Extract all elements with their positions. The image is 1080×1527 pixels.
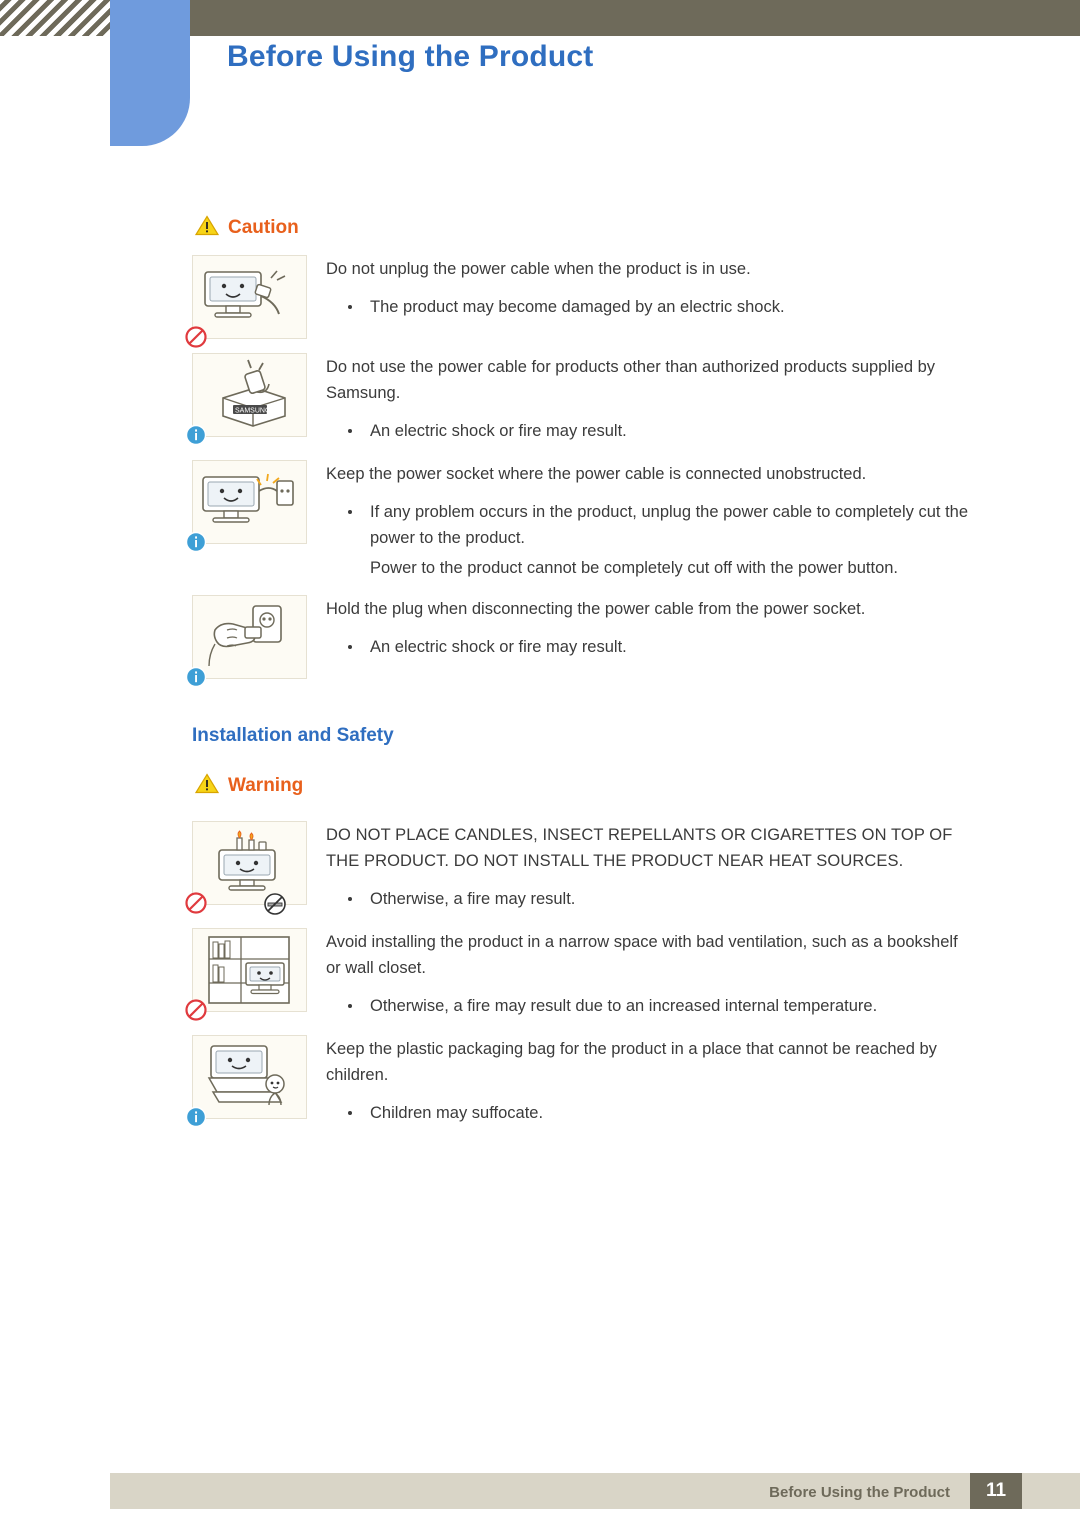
safety-entry: SAMSUNG Do not use the power cable for p… [185, 353, 1080, 446]
power-plug-box-icon: SAMSUNG [185, 353, 307, 446]
page-title: Before Using the Product [227, 40, 594, 73]
entry-bullets: The product may become damaged by an ele… [326, 294, 968, 320]
entry-bullets: Children may suffocate. [326, 1100, 968, 1126]
bullet-item: If any problem occurs in the product, un… [326, 499, 968, 551]
entry-lead: Hold the plug when disconnecting the pow… [326, 600, 866, 618]
entry-lead: Avoid installing the product in a narrow… [326, 933, 958, 977]
bullet-item: An electric shock or fire may result. [326, 634, 968, 660]
prohibition-icon [185, 892, 207, 914]
entry-text: Keep the power socket where the power ca… [326, 460, 968, 581]
warning-label: Warning [228, 775, 304, 796]
entry-bullets: Otherwise, a fire may result due to an i… [326, 993, 968, 1019]
document-content: Caution Do not unplug the power cable wh… [0, 215, 1080, 1128]
entry-text: Keep the plastic packaging bag for the p… [326, 1035, 968, 1128]
safety-entry: Keep the plastic packaging bag for the p… [185, 1035, 1080, 1128]
footer-label: Before Using the Product [769, 1484, 950, 1501]
safety-entry: DO NOT PLACE CANDLES, INSECT REPELLANTS … [185, 821, 1080, 915]
monitor-unplug-cable-icon [185, 255, 307, 348]
candles-on-monitor-icon [185, 821, 307, 915]
section-subheading: Installation and Safety [192, 725, 394, 746]
bullet-item: The product may become damaged by an ele… [326, 294, 968, 320]
entry-lead: Keep the plastic packaging bag for the p… [326, 1040, 937, 1084]
safety-entry: Hold the plug when disconnecting the pow… [185, 595, 1080, 688]
entry-bullets: If any problem occurs in the product, un… [326, 499, 968, 551]
entry-text: Do not unplug the power cable when the p… [326, 255, 968, 322]
entry-lead: Do not use the power cable for products … [326, 358, 936, 402]
entry-bullets: Otherwise, a fire may result. [326, 886, 968, 912]
safety-entry: Do not unplug the power cable when the p… [185, 255, 1080, 348]
entry-text: Hold the plug when disconnecting the pow… [326, 595, 968, 662]
bullet-item: An electric shock or fire may result. [326, 418, 968, 444]
header-hatch-decoration [0, 0, 110, 36]
safety-entry: Keep the power socket where the power ca… [185, 460, 1080, 581]
entry-lead: DO NOT PLACE CANDLES, INSECT REPELLANTS … [326, 826, 953, 870]
warning-triangle-icon [194, 215, 220, 241]
hand-holding-plug-icon [185, 595, 307, 688]
info-icon [185, 424, 207, 446]
page-number: 11 [970, 1473, 1022, 1509]
header-blue-tab-decoration [110, 0, 190, 146]
bullet-item: Children may suffocate. [326, 1100, 968, 1126]
info-icon [185, 1106, 207, 1128]
entry-bullets: An electric shock or fire may result. [326, 418, 968, 444]
no-smoking-icon [263, 892, 286, 915]
prohibition-icon [185, 326, 207, 348]
monitor-in-bookshelf-icon [185, 928, 307, 1021]
caution-label: Caution [228, 217, 299, 238]
caution-flag: Caution [194, 215, 1080, 241]
child-with-packaging-bag-icon [185, 1035, 307, 1128]
entry-extra-line: Power to the product cannot be completel… [370, 559, 899, 577]
warning-triangle-icon [194, 773, 220, 799]
entry-text: Avoid installing the product in a narrow… [326, 928, 968, 1021]
svg-text:SAMSUNG: SAMSUNG [235, 408, 270, 415]
bullet-item: Otherwise, a fire may result. [326, 886, 968, 912]
warning-flag: Warning [194, 773, 1080, 799]
entry-lead: Do not unplug the power cable when the p… [326, 260, 751, 278]
entry-lead: Keep the power socket where the power ca… [326, 465, 867, 483]
entry-text: Do not use the power cable for products … [326, 353, 968, 446]
monitor-socket-access-icon [185, 460, 307, 553]
safety-entry: Avoid installing the product in a narrow… [185, 928, 1080, 1021]
info-icon [185, 666, 207, 688]
prohibition-icon [185, 999, 207, 1021]
entry-bullets: An electric shock or fire may result. [326, 634, 968, 660]
entry-text: DO NOT PLACE CANDLES, INSECT REPELLANTS … [326, 821, 968, 914]
bullet-item: Otherwise, a fire may result due to an i… [326, 993, 968, 1019]
info-icon [185, 531, 207, 553]
